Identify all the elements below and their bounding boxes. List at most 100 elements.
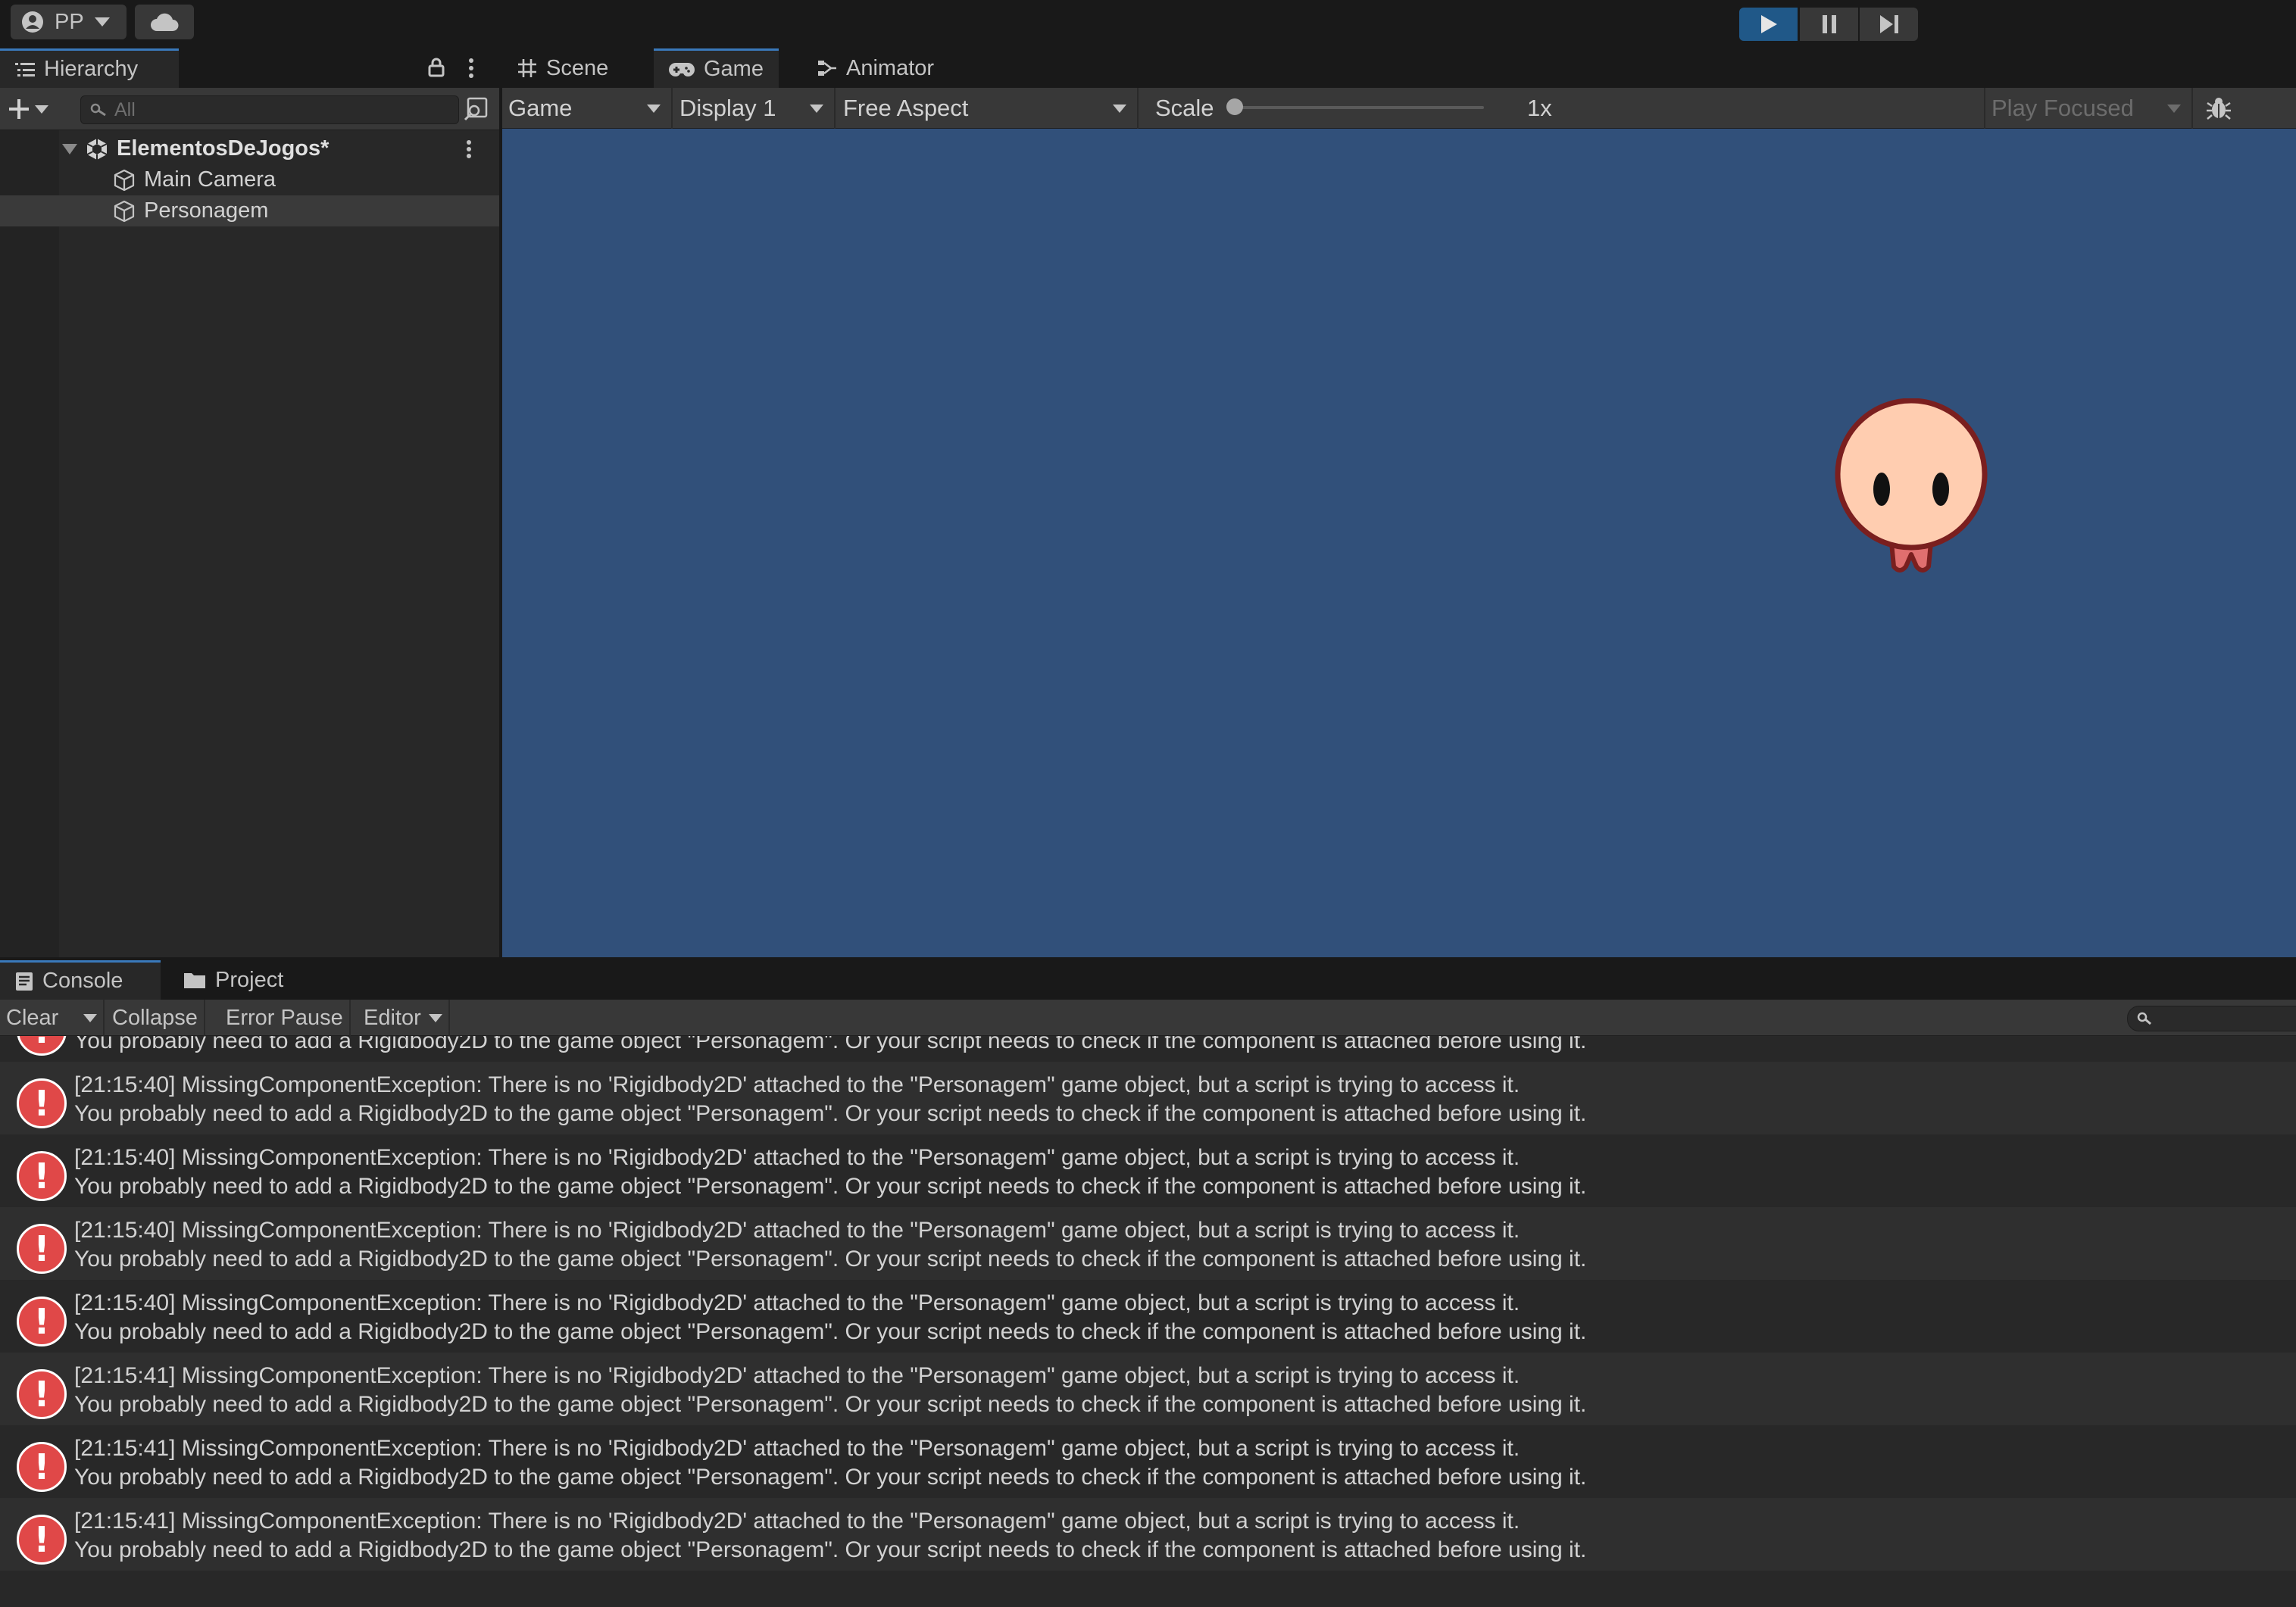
log-entry[interactable]: ! [21:15:40] MissingComponentException: T…	[0, 1134, 2296, 1207]
log-entry[interactable]: ! [21:15:40] MissingComponentException: T…	[0, 1036, 2296, 1062]
expand-arrow-icon[interactable]	[62, 143, 77, 154]
log-message: [21:15:41] MissingComponentException: Th…	[74, 1507, 1586, 1565]
tab-label: Scene	[546, 55, 609, 80]
console-log-list[interactable]: ! [21:15:40] MissingComponentException: T…	[0, 1036, 2296, 1607]
tab-game[interactable]: Game	[654, 48, 779, 88]
error-pause-toggle[interactable]: Error Pause	[220, 1000, 351, 1036]
gamepad-icon	[669, 61, 695, 78]
error-icon-glyph: !	[33, 1446, 50, 1487]
account-label: PP	[55, 9, 84, 34]
cloud-icon	[150, 12, 179, 32]
tab-animator[interactable]: Animator	[802, 48, 949, 88]
log-message-line: [21:15:40] MissingComponentException: Th…	[74, 1218, 1520, 1243]
log-message: [21:15:40] MissingComponentException: Th…	[74, 1289, 1586, 1346]
cloud-button[interactable]	[135, 5, 194, 39]
pause-icon	[1821, 14, 1838, 34]
hierarchy-panel: Hierarchy All ElementosDeJogos* Main Cam…	[0, 48, 499, 957]
pause-button[interactable]	[1800, 8, 1858, 41]
scene-root-item[interactable]: ElementosDeJogos*	[0, 133, 499, 164]
search-placeholder: All	[114, 98, 136, 120]
log-message-line: [21:15:41] MissingComponentException: Th…	[74, 1363, 1520, 1388]
log-message-line: [21:15:40] MissingComponentException: Th…	[74, 1072, 1520, 1097]
tab-console[interactable]: Console	[0, 960, 161, 1000]
error-icon: !	[17, 1036, 67, 1056]
log-entry[interactable]: ! [21:15:41] MissingComponentException: T…	[0, 1353, 2296, 1425]
view-type-dropdown[interactable]: Game	[502, 88, 673, 129]
log-message-line: You probably need to add a Rigidbody2D t…	[74, 1101, 1587, 1126]
error-icon: !	[17, 1224, 67, 1274]
log-message: [21:15:40] MissingComponentException: Th…	[74, 1036, 1586, 1056]
chevron-down-icon	[35, 105, 48, 114]
hierarchy-tab-strip: Hierarchy	[0, 48, 499, 88]
grid-hash-icon	[517, 58, 537, 78]
scale-slider-handle[interactable]	[1226, 98, 1243, 115]
chevron-down-icon	[428, 1013, 442, 1022]
log-message-line: You probably need to add a Rigidbody2D t…	[74, 1537, 1587, 1562]
search-by-type-button[interactable]	[461, 94, 491, 124]
play-button[interactable]	[1739, 8, 1798, 41]
tab-label: Project	[215, 967, 284, 992]
stats-debug-button[interactable]	[2196, 88, 2241, 129]
log-message: [21:15:40] MissingComponentException: Th…	[74, 1071, 1586, 1128]
error-icon-glyph: !	[33, 1519, 50, 1560]
console-tab-strip: Console Project	[0, 960, 2296, 1000]
tab-project[interactable]: Project	[168, 960, 298, 1000]
tab-scene[interactable]: Scene	[502, 48, 623, 88]
kebab-menu-icon[interactable]	[466, 139, 472, 159]
scale-slider-track[interactable]	[1229, 106, 1484, 109]
plus-icon	[8, 98, 30, 120]
play-icon	[1760, 14, 1778, 34]
chevron-down-icon[interactable]	[83, 1013, 97, 1022]
dropdown-value: Game	[508, 95, 573, 121]
game-panel: Scene Game Animator Game Display 1 Free …	[502, 48, 2296, 957]
account-dropdown[interactable]: PP	[11, 5, 127, 39]
dropdown-value: Display 1	[679, 95, 776, 121]
console-search-input[interactable]	[2127, 1006, 2296, 1031]
hierarchy-gutter	[0, 130, 59, 957]
game-viewport[interactable]	[502, 129, 2296, 957]
step-button[interactable]	[1860, 8, 1918, 41]
clear-label: Clear	[6, 1005, 59, 1030]
tab-hierarchy[interactable]: Hierarchy	[0, 48, 179, 88]
log-message-line: [21:15:40] MissingComponentException: Th…	[74, 1145, 1520, 1170]
game-view-toolbar: Game Display 1 Free Aspect Scale 1x Play…	[502, 88, 2296, 129]
log-message: [21:15:41] MissingComponentException: Th…	[74, 1362, 1586, 1419]
add-object-button[interactable]	[8, 94, 61, 124]
log-entry[interactable]: ! [21:15:41] MissingComponentException: T…	[0, 1498, 2296, 1571]
display-dropdown[interactable]: Display 1	[673, 88, 836, 129]
collapse-toggle[interactable]: Collapse	[106, 1000, 205, 1036]
log-message-line: You probably need to add a Rigidbody2D t…	[74, 1174, 1587, 1199]
log-entry[interactable]: ! [21:15:41] MissingComponentException: T…	[0, 1425, 2296, 1498]
error-icon-glyph: !	[34, 1036, 50, 1048]
error-icon: !	[17, 1369, 67, 1419]
log-message-line: [21:15:41] MissingComponentException: Th…	[74, 1509, 1520, 1534]
log-entry[interactable]: ! [21:15:40] MissingComponentException: T…	[0, 1207, 2296, 1280]
search-icon	[90, 103, 107, 117]
clear-button[interactable]: Clear	[0, 1000, 105, 1036]
log-message: [21:15:41] MissingComponentException: Th…	[74, 1434, 1586, 1492]
aspect-dropdown[interactable]: Free Aspect	[837, 88, 1139, 129]
hierarchy-item-main-camera[interactable]: Main Camera	[0, 164, 499, 195]
tab-label: Console	[42, 969, 123, 993]
play-mode-dropdown[interactable]: Play Focused	[1984, 88, 2193, 129]
list-icon	[15, 61, 35, 78]
log-message-line: [21:15:41] MissingComponentException: Th…	[74, 1436, 1520, 1461]
lock-icon[interactable]	[428, 58, 445, 77]
editor-target-dropdown[interactable]: Editor	[358, 1000, 450, 1036]
log-message-line: You probably need to add a Rigidbody2D t…	[74, 1036, 1587, 1053]
error-icon: !	[17, 1515, 67, 1565]
chevron-down-icon	[810, 104, 823, 113]
log-entry[interactable]: ! [21:15:40] MissingComponentException: T…	[0, 1062, 2296, 1134]
hierarchy-search-input[interactable]: All	[80, 95, 459, 124]
search-icon	[2137, 1012, 2152, 1025]
log-entry[interactable]: ! [21:15:40] MissingComponentException: T…	[0, 1280, 2296, 1353]
game-tab-strip: Scene Game Animator	[502, 48, 2296, 88]
dropdown-value: Free Aspect	[843, 95, 969, 121]
editor-label: Editor	[364, 1005, 421, 1030]
kebab-menu-icon[interactable]	[468, 58, 474, 79]
collapse-label: Collapse	[112, 1005, 198, 1030]
tab-label: Animator	[846, 55, 935, 80]
hierarchy-item-personagem[interactable]: Personagem	[0, 195, 499, 226]
search-window-icon	[464, 97, 488, 121]
folder-icon	[183, 971, 206, 989]
